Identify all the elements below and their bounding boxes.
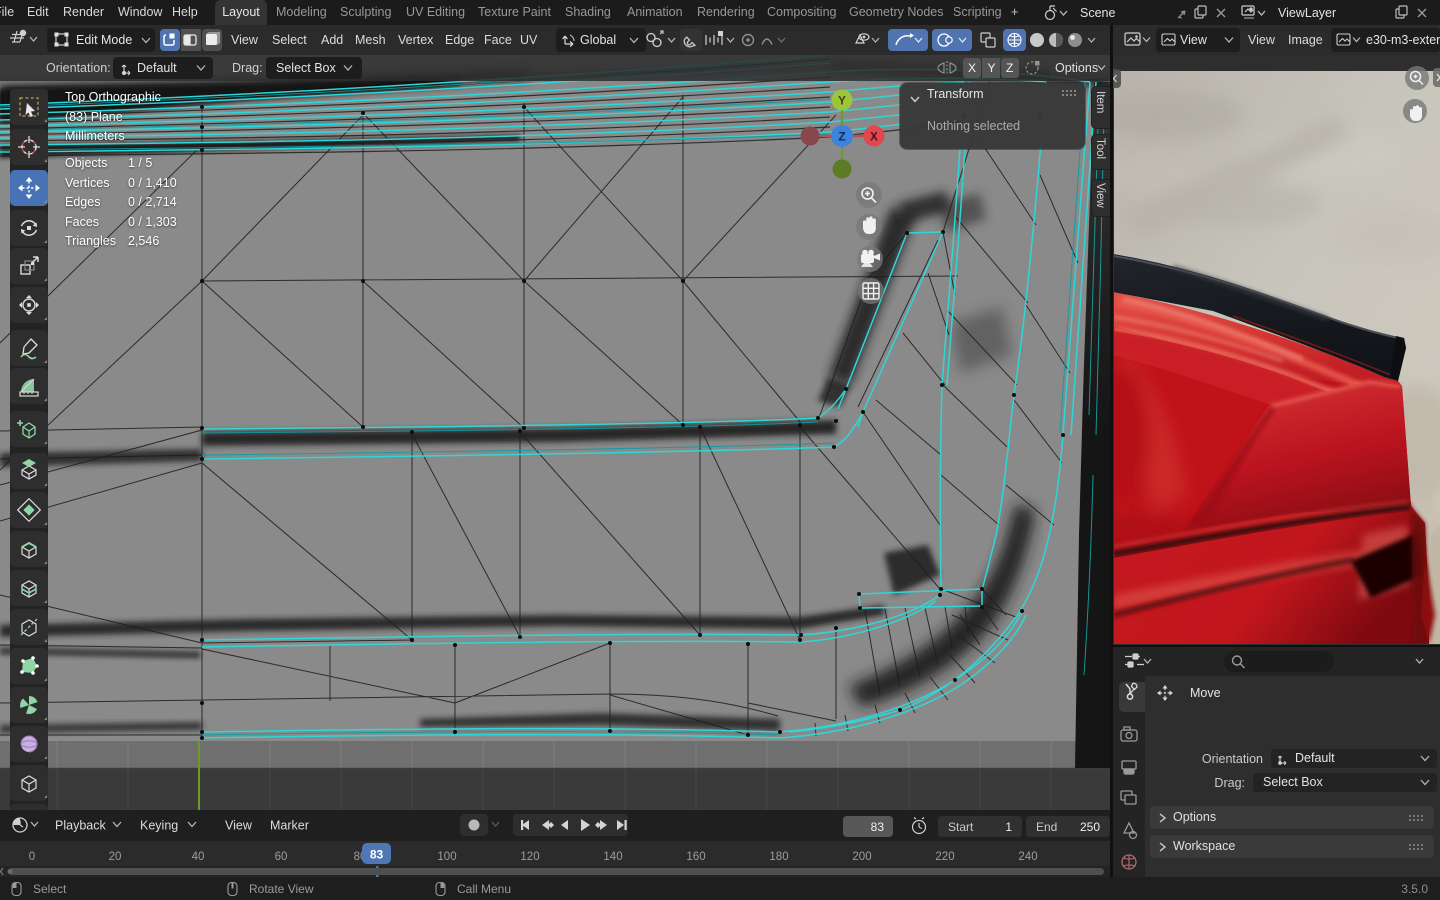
svg-text:Options: Options: [1055, 61, 1098, 75]
svg-text:Drag:: Drag:: [232, 61, 263, 75]
svg-text:Face: Face: [484, 33, 512, 47]
svg-text:Call Menu: Call Menu: [457, 882, 511, 896]
svg-text:160: 160: [686, 851, 705, 863]
svg-text:Vertex: Vertex: [398, 33, 434, 47]
svg-text:Orientation:: Orientation:: [46, 61, 111, 75]
svg-text:Global: Global: [580, 33, 616, 47]
svg-text:Rotate View: Rotate View: [249, 882, 314, 896]
svg-text:Edit Mode: Edit Mode: [76, 33, 132, 47]
svg-text:1: 1: [1005, 820, 1012, 834]
svg-text:100: 100: [437, 851, 456, 863]
svg-text:200: 200: [852, 851, 871, 863]
svg-text:60: 60: [275, 851, 288, 863]
svg-text:0: 0: [29, 851, 35, 863]
svg-text:View: View: [231, 33, 259, 47]
svg-text:Select: Select: [33, 882, 67, 896]
svg-text:End: End: [1036, 820, 1057, 834]
svg-text:220: 220: [935, 851, 954, 863]
svg-text:Default: Default: [137, 61, 177, 75]
svg-text:20: 20: [109, 851, 122, 863]
svg-text:View: View: [225, 819, 253, 833]
svg-text:X: X: [968, 61, 976, 75]
svg-text:Start: Start: [948, 820, 974, 834]
svg-text:View: View: [1248, 33, 1276, 47]
svg-text:250: 250: [1080, 820, 1100, 834]
svg-text:X: X: [870, 132, 878, 144]
svg-text:3.5.0: 3.5.0: [1401, 882, 1428, 896]
svg-text:Playback: Playback: [55, 819, 106, 833]
svg-text:Marker: Marker: [270, 819, 309, 833]
svg-text:ViewLayer: ViewLayer: [1278, 6, 1336, 20]
svg-text:Edge: Edge: [445, 33, 474, 47]
svg-text:Scene: Scene: [1080, 6, 1115, 20]
svg-text:Z: Z: [838, 132, 845, 144]
svg-text:83: 83: [871, 820, 885, 834]
svg-text:View: View: [1180, 33, 1208, 47]
svg-text:Select: Select: [272, 33, 307, 47]
svg-text:Mesh: Mesh: [355, 33, 386, 47]
svg-text:UV: UV: [520, 33, 538, 47]
svg-text:Z: Z: [1006, 61, 1013, 75]
svg-text:Y: Y: [838, 96, 846, 108]
svg-text:180: 180: [769, 851, 788, 863]
svg-text:Image: Image: [1288, 33, 1323, 47]
svg-text:e30-m3-exter: e30-m3-exter: [1366, 33, 1440, 47]
svg-text:Y: Y: [988, 61, 996, 75]
svg-text:40: 40: [192, 851, 205, 863]
svg-text:83: 83: [370, 848, 384, 862]
svg-text:120: 120: [520, 851, 539, 863]
svg-text:140: 140: [603, 851, 622, 863]
svg-text:Select Box: Select Box: [276, 61, 337, 75]
svg-text:240: 240: [1018, 851, 1037, 863]
svg-text:Keying: Keying: [140, 819, 178, 833]
svg-text:Add: Add: [321, 33, 343, 47]
